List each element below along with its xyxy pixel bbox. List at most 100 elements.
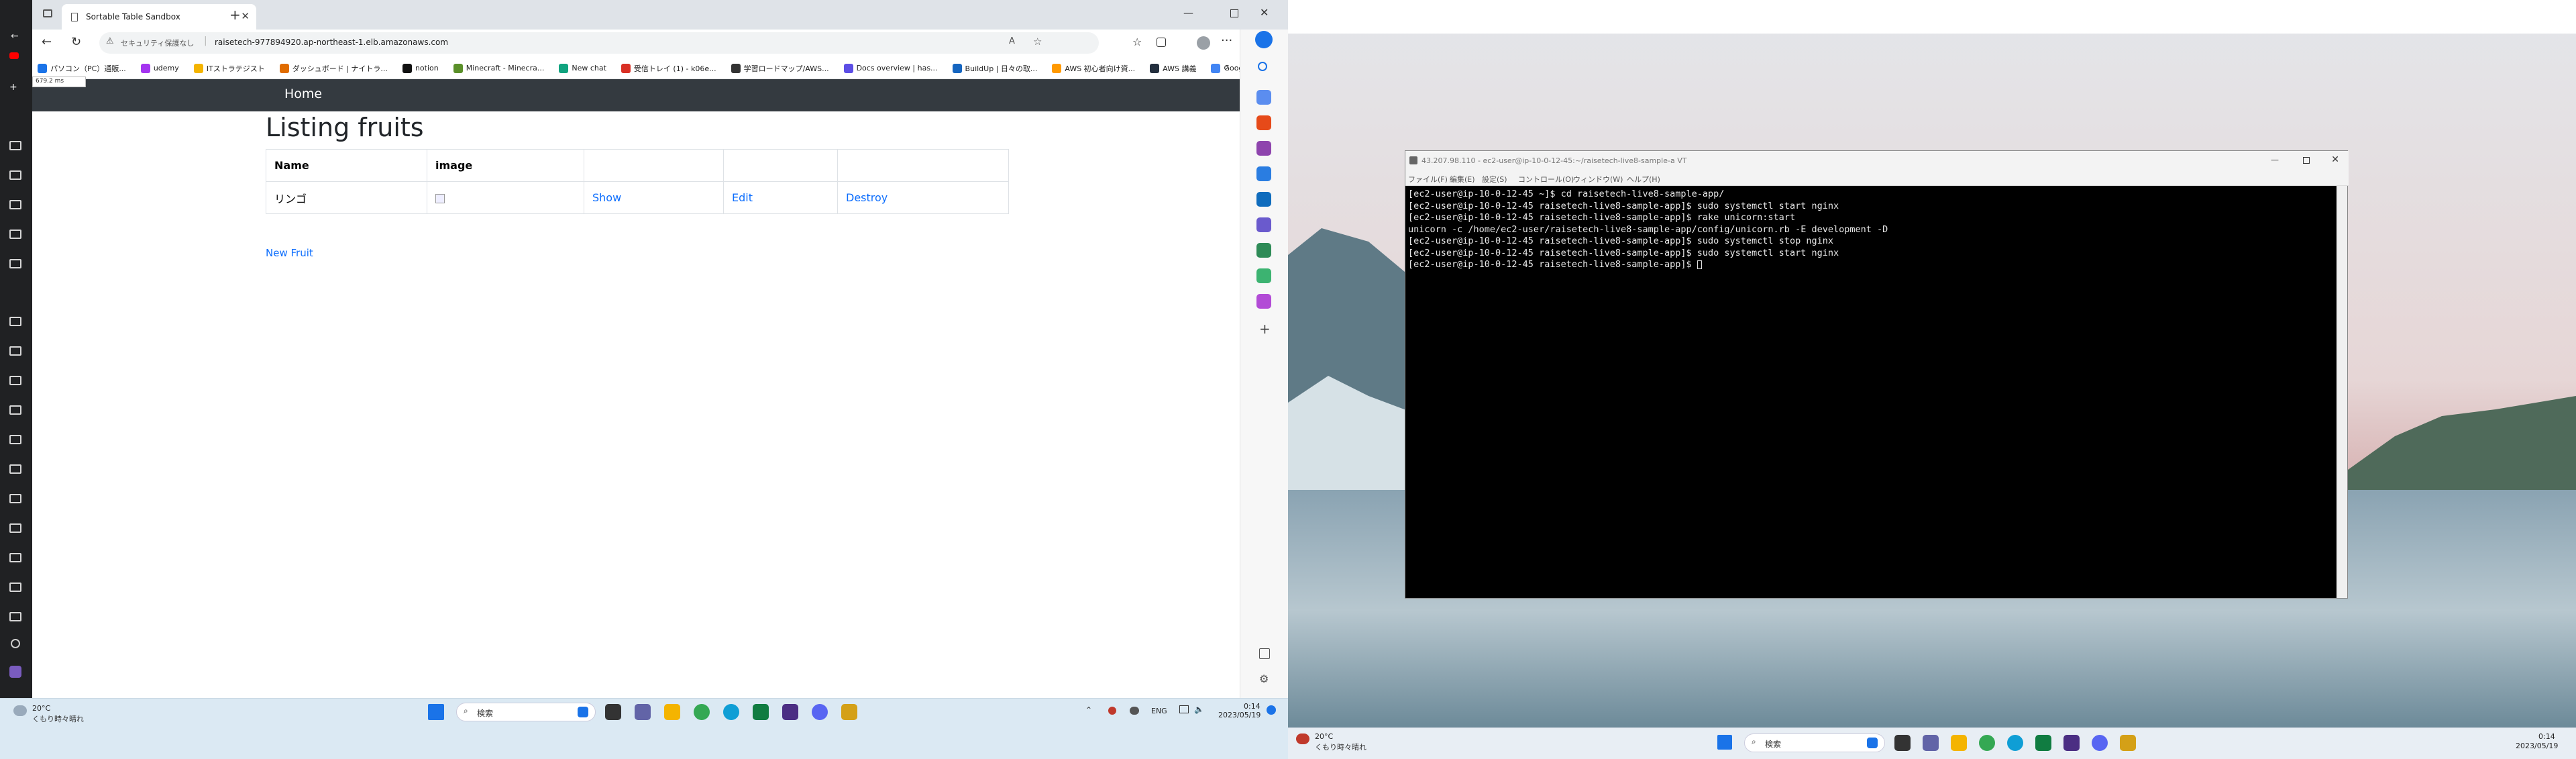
chat-item-icon[interactable] [9, 405, 21, 415]
network-icon[interactable] [1179, 705, 1189, 713]
clock-time[interactable]: 0:14 [2538, 732, 2555, 741]
drop-icon[interactable] [1256, 243, 1271, 258]
bookmark-item[interactable]: udemy [140, 63, 179, 73]
bookmark-item[interactable]: New chat [559, 63, 606, 73]
chat-item-icon[interactable] [9, 230, 21, 239]
terminal-output[interactable]: [ec2-user@ip-10-0-12-45 ~]$ cd raisetech… [1405, 186, 2338, 598]
menu-edit[interactable]: 編集(E) [1450, 174, 1475, 185]
discord-icon[interactable] [812, 704, 828, 720]
menu-help[interactable]: ヘルプ(H) [1627, 174, 1660, 185]
chat-item-icon[interactable] [9, 317, 21, 326]
close-window-icon[interactable]: ✕ [1260, 6, 1269, 19]
bing-chat-icon[interactable] [1255, 31, 1273, 48]
tab-close-icon[interactable]: ✕ [241, 10, 250, 22]
tray-cloud-icon[interactable] [1130, 707, 1139, 715]
favorite-star-icon[interactable]: ☆ [1033, 36, 1042, 48]
minimize-icon[interactable]: — [1183, 7, 1193, 19]
chat-item-icon[interactable] [9, 141, 21, 150]
back-arrow-icon[interactable]: ← [11, 31, 19, 42]
maximize-icon[interactable] [1230, 9, 1238, 17]
chat-item-icon[interactable] [9, 200, 21, 209]
tree-icon[interactable] [1256, 268, 1271, 283]
chat-item-icon[interactable] [9, 583, 21, 592]
edge-icon[interactable] [723, 704, 739, 720]
chat-item-icon[interactable] [9, 464, 21, 474]
taskbar-search[interactable]: ⌕ 検索 [456, 703, 596, 721]
start-windows-icon[interactable] [1717, 735, 1732, 750]
settings-gear-icon[interactable]: ⚙ [1259, 672, 1269, 685]
weather-temp[interactable]: 20°C [1315, 732, 1333, 741]
refresh-icon[interactable]: ↻ [71, 35, 81, 49]
bookmark-item[interactable]: 受信トレイ (1) - k06e... [621, 63, 716, 74]
tab-sortable-table[interactable]: Sortable Table Sandbox ✕ [62, 4, 256, 30]
chat-item-icon[interactable] [9, 259, 21, 268]
show-link[interactable]: Show [592, 191, 621, 204]
new-fruit-link[interactable]: New Fruit [266, 247, 313, 259]
menu-file[interactable]: ファイル(F) [1408, 174, 1448, 185]
add-sidebar-icon[interactable]: + [1259, 321, 1271, 337]
maximize-icon[interactable] [2303, 157, 2310, 164]
taskbar-search[interactable]: ⌕ 検索 [1744, 733, 1885, 752]
menu-control[interactable]: コントロール(O) [1518, 174, 1574, 185]
profile-avatar[interactable] [1197, 36, 1210, 50]
chat-item-icon[interactable] [9, 376, 21, 385]
outlook-icon[interactable] [1256, 192, 1271, 207]
chrome-icon[interactable] [1979, 735, 1995, 751]
chat-item-icon[interactable] [9, 435, 21, 444]
weather-desc[interactable]: くもり時々晴れ [1315, 742, 1366, 752]
microsoft-365-icon[interactable] [1256, 166, 1271, 181]
weather-desc[interactable]: くもり時々晴れ [32, 713, 84, 724]
clock-date[interactable]: 2023/05/19 [1218, 711, 1260, 719]
designer-icon[interactable] [1256, 217, 1271, 232]
tools-icon[interactable] [1256, 90, 1271, 105]
terminal-app-icon[interactable] [782, 704, 798, 720]
edit-link[interactable]: Edit [732, 191, 753, 204]
favorites-icon[interactable]: ☆ [1132, 36, 1142, 48]
chat-item-icon[interactable] [9, 170, 21, 180]
chat-item-icon[interactable] [9, 494, 21, 503]
bookmark-item[interactable]: BuildUp | 日々の取... [952, 63, 1037, 74]
bookmark-item[interactable]: Docs overview | has... [843, 63, 938, 73]
hide-sidebar-icon[interactable] [1259, 648, 1270, 659]
bookmark-item[interactable]: AWS 初心者向け資... [1052, 63, 1135, 74]
chat-item-icon[interactable] [9, 523, 21, 533]
chat-item-icon[interactable] [9, 553, 21, 562]
file-explorer-icon[interactable] [664, 704, 680, 720]
read-aloud-icon[interactable]: A [1009, 36, 1015, 46]
menu-window[interactable]: ウィンドウ(W) [1573, 174, 1623, 185]
close-window-icon[interactable]: ✕ [2331, 154, 2339, 165]
start-windows-icon[interactable] [428, 704, 444, 720]
shopping-icon[interactable] [1256, 115, 1271, 130]
bookmark-item[interactable]: ITストラテジスト [193, 63, 265, 74]
minimize-icon[interactable]: — [2271, 155, 2279, 164]
teraterm-icon[interactable] [2120, 735, 2136, 751]
search-icon[interactable] [1258, 62, 1267, 71]
weather-temp[interactable]: 20°C [32, 704, 50, 713]
chat-item-icon[interactable] [9, 346, 21, 356]
teraterm-icon[interactable] [841, 704, 857, 720]
new-tab-icon[interactable]: + [229, 7, 241, 23]
task-view-icon[interactable] [1894, 735, 1911, 751]
discord-icon[interactable] [2092, 735, 2108, 751]
chat-item-icon[interactable] [9, 612, 21, 621]
address-bar[interactable]: ⚠ セキュリティ保護なし | raisetech-977894920.ap-no… [99, 32, 1099, 54]
edge-icon[interactable] [2007, 735, 2023, 751]
account-avatar[interactable] [9, 666, 21, 678]
tab-actions-icon[interactable] [43, 9, 52, 17]
security-label[interactable]: セキュリティ保護なし [121, 38, 194, 48]
terminal-app-icon[interactable] [2063, 735, 2080, 751]
clock-date[interactable]: 2023/05/19 [2516, 742, 2558, 750]
chat-app-icon[interactable] [1923, 735, 1939, 751]
chat-app-icon[interactable] [635, 704, 651, 720]
file-explorer-icon[interactable] [1951, 735, 1967, 751]
tray-chevron-icon[interactable]: ⌃ [1085, 705, 1092, 715]
url-text[interactable]: raisetech-977894920.ap-northeast-1.elb.a… [215, 38, 448, 47]
notification-badge[interactable] [1267, 705, 1276, 715]
bookmark-item[interactable]: Minecraft - Minecra... [453, 63, 544, 73]
bookmark-item[interactable]: 学習ロードマップ/AWS... [731, 63, 829, 74]
excel-icon[interactable] [753, 704, 769, 720]
menu-settings[interactable]: 設定(S) [1482, 174, 1507, 185]
back-icon[interactable]: ← [42, 35, 52, 49]
lang-indicator[interactable]: ENG [1151, 707, 1167, 715]
bookmarks-overflow-icon[interactable]: › [1225, 60, 1229, 73]
